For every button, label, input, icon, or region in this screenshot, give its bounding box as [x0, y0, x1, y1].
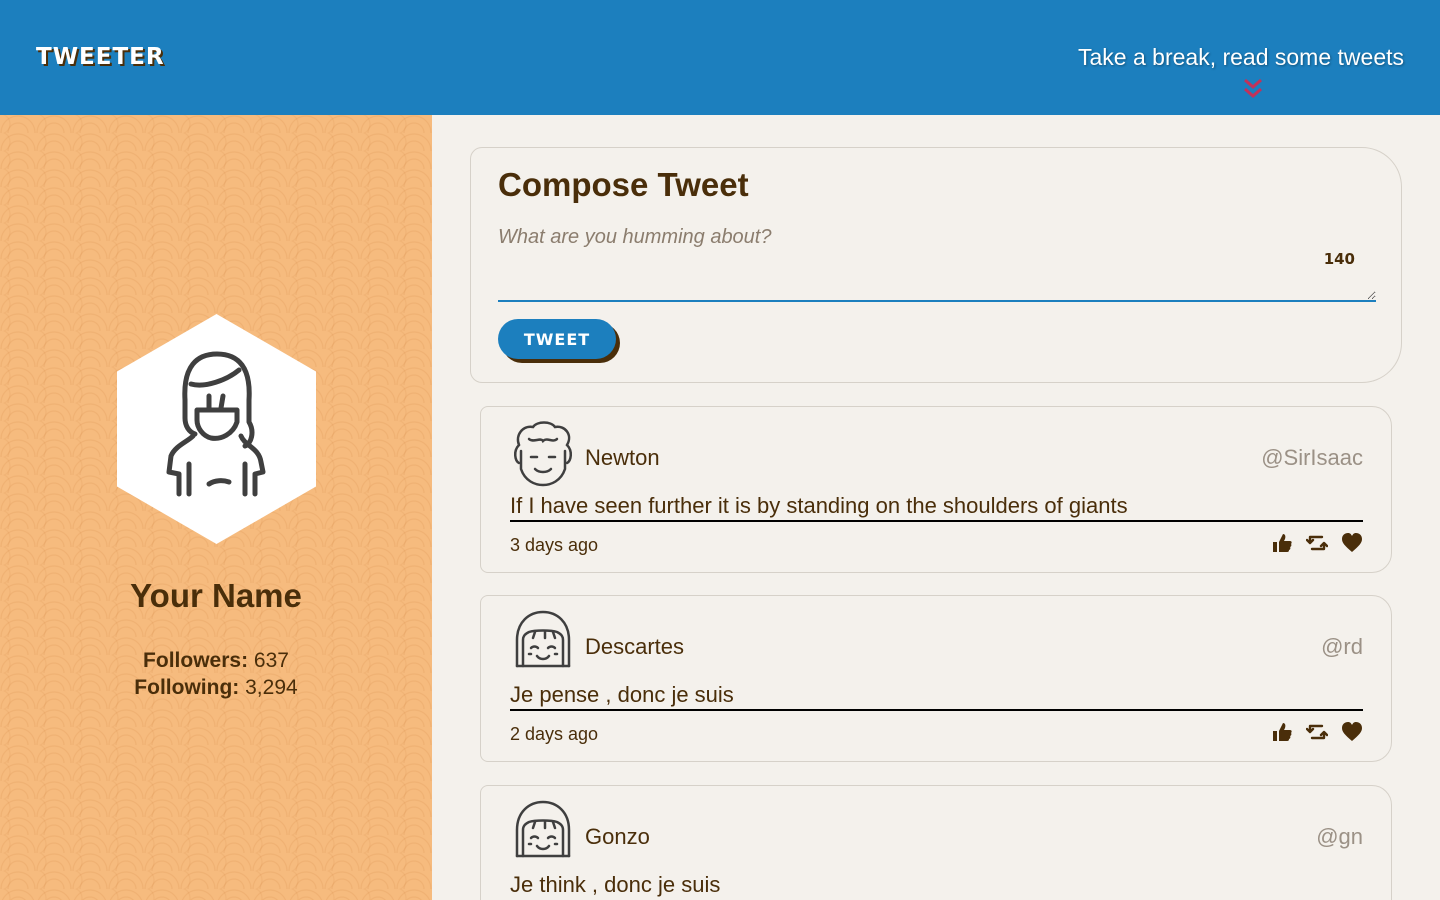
tweet-textarea[interactable]: [498, 222, 1376, 302]
tweet-card: Gonzo @gn Je think , donc je suis: [480, 785, 1392, 900]
tweet-author-handle[interactable]: @rd: [1321, 634, 1363, 660]
tweet-author-handle[interactable]: @SirIsaac: [1261, 445, 1363, 471]
followers-stat: Followers: 637: [0, 647, 432, 674]
tweet-author-handle[interactable]: @gn: [1316, 824, 1363, 850]
curly-hair-avatar-icon: [514, 421, 572, 487]
profile-name: Your Name: [130, 577, 302, 614]
tweet-author-name[interactable]: Newton: [585, 445, 660, 471]
tweet-card: Newton @SirIsaac If I have seen further …: [480, 406, 1392, 573]
followers-label: Followers:: [143, 649, 249, 672]
thumbs-up-icon[interactable]: [1271, 532, 1293, 554]
tweet-card: Descartes @rd Je pense , donc je suis 2 …: [480, 595, 1392, 762]
following-label: Following:: [134, 676, 240, 699]
tweet-actions: [1271, 721, 1363, 743]
retweet-icon[interactable]: [1306, 532, 1328, 554]
brand-logo[interactable]: TWEETER: [36, 44, 165, 70]
character-counter: 140: [1323, 250, 1355, 268]
profile-stats: Followers: 637 Following: 3,294: [0, 647, 432, 701]
user-avatar-icon: [117, 314, 316, 544]
compose-title: Compose Tweet: [498, 166, 749, 203]
double-chevron-down-icon[interactable]: [1242, 76, 1264, 102]
tweet-actions: [1271, 532, 1363, 554]
nav-read-tweets-link[interactable]: Take a break, read some tweets: [1078, 44, 1404, 71]
profile-sidebar: Your Name Followers: 637 Following: 3,29…: [0, 115, 432, 900]
bob-hair-avatar-icon: [515, 610, 571, 668]
tweet-author-name[interactable]: Descartes: [585, 634, 684, 660]
thumbs-up-icon[interactable]: [1271, 721, 1293, 743]
tweet-author-name[interactable]: Gonzo: [585, 824, 650, 850]
tweet-text: If I have seen further it is by standing…: [510, 493, 1363, 522]
following-stat: Following: 3,294: [0, 674, 432, 701]
tweet-timestamp: 2 days ago: [510, 724, 599, 744]
top-nav: TWEETER Take a break, read some tweets: [0, 0, 1440, 115]
heart-icon[interactable]: [1341, 721, 1363, 743]
tweet-button[interactable]: TWEET: [498, 319, 616, 359]
heart-icon[interactable]: [1341, 532, 1363, 554]
tweet-timestamp: 3 days ago: [510, 535, 599, 555]
bob-hair-avatar-icon: [515, 800, 571, 858]
following-count: 3,294: [245, 676, 298, 699]
retweet-icon[interactable]: [1306, 721, 1328, 743]
compose-tweet-panel: Compose Tweet 140 TWEET: [470, 147, 1402, 383]
tweet-text: Je think , donc je suis: [510, 872, 721, 897]
tweet-text: Je pense , donc je suis: [510, 682, 1363, 711]
followers-count: 637: [253, 649, 289, 672]
